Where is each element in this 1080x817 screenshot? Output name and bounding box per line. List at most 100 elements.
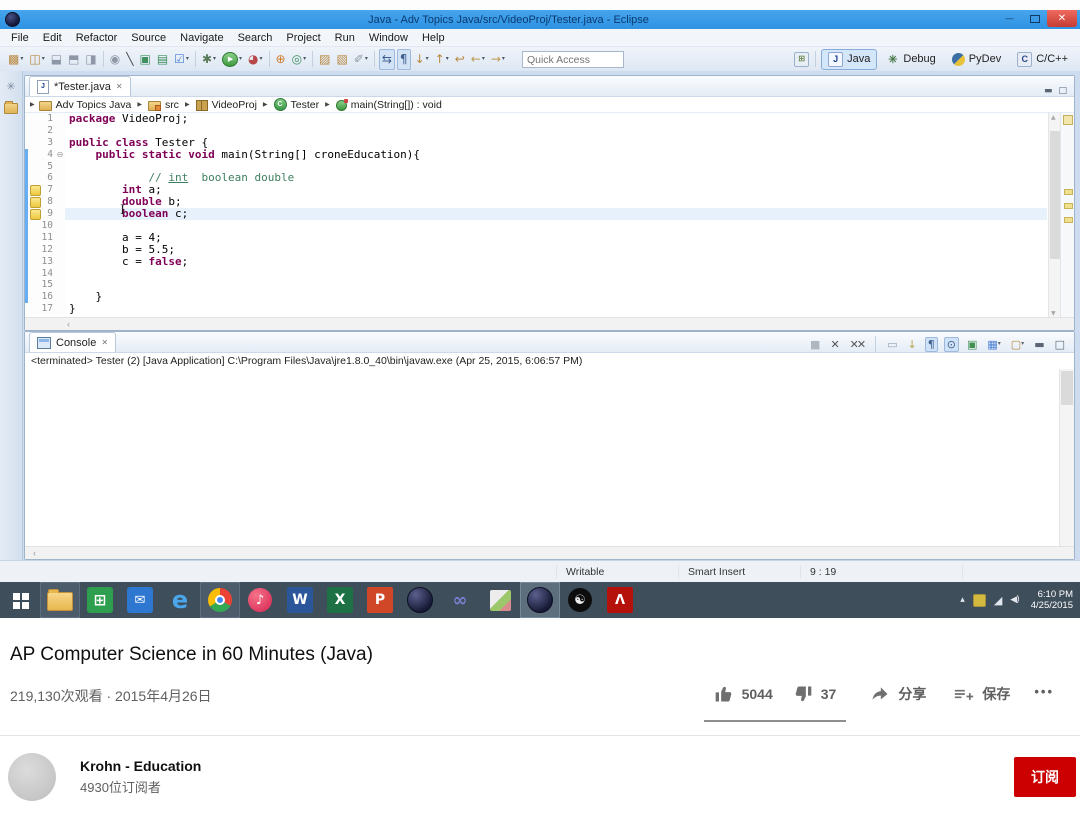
excel-icon[interactable] (320, 582, 360, 618)
menu-window[interactable]: Window (362, 32, 415, 44)
maximize-view-icon[interactable]: □ (1053, 338, 1067, 351)
clear-console-icon[interactable]: ▭ (885, 338, 899, 351)
remove-launch-icon[interactable]: ✕ (828, 338, 841, 351)
breadcrumb-item[interactable]: main(String[]) : void (335, 98, 442, 111)
perspective-java[interactable]: Java (821, 48, 878, 70)
show-on-stdout-icon[interactable]: ▣ (965, 338, 979, 351)
menu-project[interactable]: Project (279, 32, 327, 44)
scroll-left-icon[interactable]: ‹ (25, 319, 70, 329)
maximize-editor-icon[interactable]: □ (1058, 86, 1067, 96)
breadcrumb-item[interactable]: src (147, 99, 179, 111)
dislike-button[interactable]: 37 (783, 680, 847, 708)
scroll-up-icon[interactable]: ▲ (1051, 114, 1056, 121)
like-button[interactable]: 5044 (704, 680, 783, 708)
channel-avatar[interactable] (8, 753, 56, 801)
print-icon[interactable]: ⬒ (66, 50, 81, 69)
new-package-icon[interactable]: ▣ (137, 50, 152, 69)
terminate-icon[interactable]: ■ (808, 338, 822, 351)
minimize-editor-icon[interactable]: ▬ (1044, 86, 1053, 96)
prev-annotation-icon[interactable]: ↑ ▾ (433, 50, 451, 69)
new-icon[interactable]: ▩ ▾ (6, 50, 25, 69)
overview-ruler[interactable] (1060, 113, 1074, 318)
export-icon[interactable]: ◨ (83, 50, 98, 69)
network-icon[interactable] (994, 594, 1002, 607)
code-editor[interactable]: 1 package VideoProj; 2 3 public class Tester… (25, 113, 1074, 318)
console-vertical-scrollbar[interactable] (1059, 369, 1074, 547)
scroll-left-icon[interactable]: ‹ (25, 548, 36, 558)
close-console-tab-icon[interactable]: ✕ (101, 338, 108, 347)
menu-navigate[interactable]: Navigate (173, 32, 230, 44)
breadcrumb-expand-icon[interactable]: ▶ (30, 101, 35, 108)
perspective-debug[interactable]: Debug (879, 50, 942, 69)
clock[interactable]: 6:10 PM 4/25/2015 (1027, 589, 1073, 611)
perspective-cpp[interactable]: C/C++ (1010, 49, 1075, 70)
debug-icon[interactable]: ✱ ▾ (200, 50, 218, 69)
word-wrap-icon[interactable]: ¶ (924, 336, 938, 352)
update-icon[interactable] (972, 593, 986, 607)
new-class-icon[interactable]: ▤ (155, 50, 170, 69)
tab-console[interactable]: Console ✕ (29, 332, 117, 352)
start-button[interactable] (0, 582, 40, 618)
restore-window-icon[interactable] (1022, 11, 1047, 26)
pin-console-icon[interactable]: ⊙ (943, 336, 959, 352)
video-player[interactable]: Java - Adv Topics Java/src/VideoProj/Tes… (0, 0, 1080, 620)
restore-views-icon[interactable]: ✳ (4, 79, 18, 93)
open-resource-icon[interactable]: ▧ (334, 50, 349, 69)
menu-help[interactable]: Help (415, 32, 452, 44)
save-icon[interactable]: ⬓ (49, 50, 64, 69)
remove-all-launches-icon[interactable]: ✕✕ (848, 338, 867, 351)
back-icon[interactable]: ← ▾ (469, 50, 487, 69)
menu-refactor[interactable]: Refactor (69, 32, 125, 44)
chrome-icon[interactable] (200, 582, 240, 618)
show-whitespace-icon[interactable]: ¶ (396, 48, 411, 70)
mark-occurrences-icon[interactable]: ✐ ▾ (352, 50, 370, 69)
close-tab-icon[interactable]: ✕ (116, 82, 123, 91)
search-icon[interactable]: ◉ (108, 50, 122, 69)
menu-search[interactable]: Search (231, 32, 280, 44)
scroll-lock-icon[interactable]: ↓ (906, 338, 919, 351)
save-button[interactable]: 保存 (944, 680, 1020, 708)
package-explorer-icon[interactable] (4, 100, 18, 115)
channel-name[interactable]: Krohn - Education (80, 758, 201, 774)
show-hidden-icons-icon[interactable] (960, 595, 965, 605)
last-edit-icon[interactable]: ↩ (453, 50, 467, 69)
menu-run[interactable]: Run (328, 32, 362, 44)
itunes-icon[interactable] (240, 582, 280, 618)
file-explorer-icon[interactable] (40, 582, 80, 618)
menu-edit[interactable]: Edit (36, 32, 69, 44)
gc-icon[interactable]: ◎ ▾ (290, 50, 309, 69)
breadcrumb-item[interactable]: Tester (273, 98, 319, 111)
powerpoint-icon[interactable] (360, 582, 400, 618)
next-annotation-icon[interactable]: ↓ ▾ (413, 50, 431, 69)
volume-icon[interactable] (1010, 595, 1018, 605)
close-window-icon[interactable]: ✕ (1047, 10, 1077, 27)
share-button[interactable]: 分享 (860, 680, 936, 708)
eclipse-active-icon[interactable] (520, 582, 560, 618)
internet-explorer-icon[interactable] (160, 582, 200, 618)
forward-icon[interactable]: → ▾ (489, 50, 507, 69)
eclipse-titlebar[interactable]: Java - Adv Topics Java/src/VideoProj/Tes… (0, 10, 1080, 29)
save-all-icon[interactable]: ◫ ▾ (27, 50, 46, 69)
photos-icon[interactable] (480, 582, 520, 618)
editor-horizontal-scrollbar[interactable]: ‹ (25, 317, 1074, 330)
annotation-icon[interactable]: ╲ (124, 50, 135, 69)
word-icon[interactable] (280, 582, 320, 618)
open-type-icon[interactable]: ▨ (317, 50, 332, 69)
coverage-icon[interactable]: ◕ ▾ (246, 50, 265, 69)
run-icon[interactable]: ▶ ▾ (220, 50, 244, 69)
scroll-down-icon[interactable]: ▼ (1051, 310, 1056, 317)
more-actions-button[interactable]: ••• (1020, 680, 1060, 703)
open-console-icon[interactable]: ▦ ▾ (985, 338, 1002, 351)
tab-tester-java[interactable]: J *Tester.java ✕ (29, 76, 131, 96)
junit-icon[interactable]: ⊕ (274, 50, 288, 69)
task-icon[interactable]: ☑ ▾ (172, 50, 191, 69)
adobe-reader-icon[interactable] (600, 582, 640, 618)
minimize-view-icon[interactable]: ▬ (1032, 338, 1046, 351)
minimize-window-icon[interactable]: — (997, 11, 1022, 26)
link-editor-icon[interactable]: ⇆ (378, 48, 395, 70)
menu-file[interactable]: File (4, 32, 36, 44)
mail-icon[interactable] (120, 582, 160, 618)
console-horizontal-scrollbar[interactable]: ‹ (25, 546, 1074, 559)
eclipse-pinned-icon[interactable] (400, 582, 440, 618)
breadcrumb-item[interactable]: VideoProj (195, 99, 257, 111)
